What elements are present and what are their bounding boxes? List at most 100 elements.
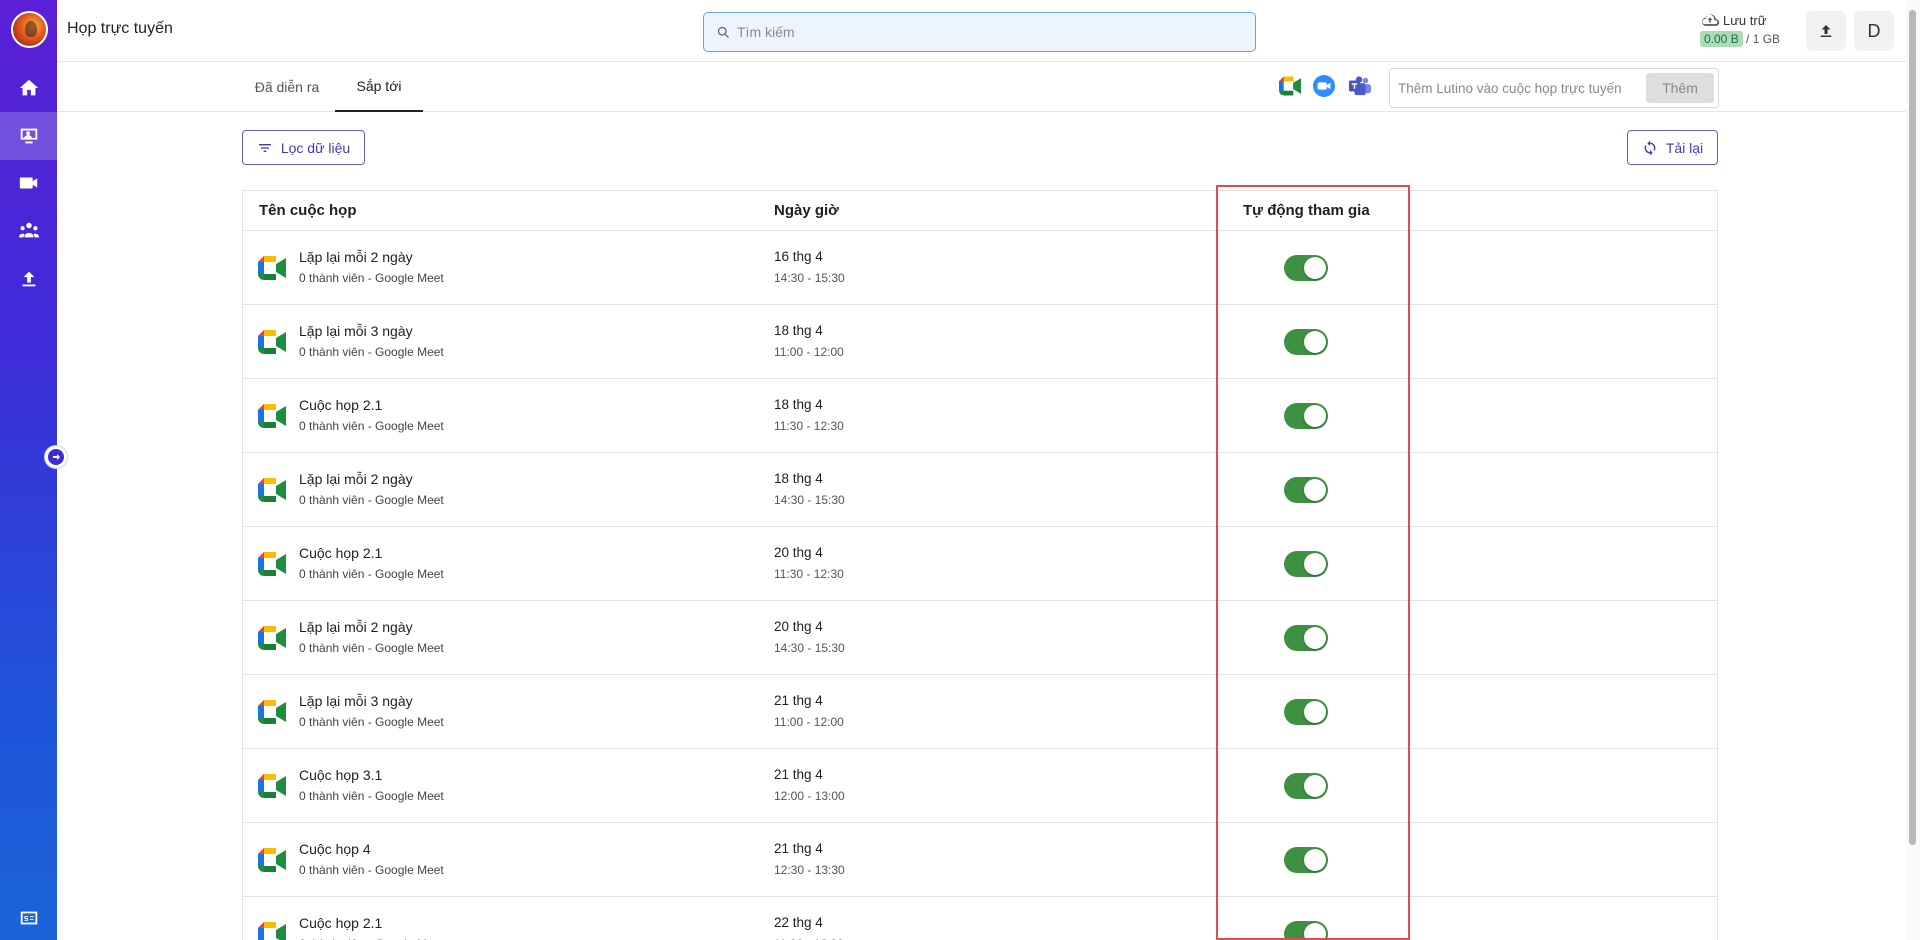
top-header: Họp trực tuyến Lưu trữ 0.00 B / 1 GB D bbox=[57, 0, 1920, 62]
meeting-date: 18 thg 4 bbox=[774, 471, 823, 486]
column-header-auto-join: Tự động tham gia bbox=[1243, 202, 1370, 219]
meeting-icon[interactable] bbox=[0, 112, 57, 160]
arrow-right-icon bbox=[48, 449, 64, 465]
meeting-name[interactable]: Lặp lại mỗi 2 ngày bbox=[299, 619, 413, 635]
google-meet-icon bbox=[258, 256, 286, 280]
meeting-date: 16 thg 4 bbox=[774, 249, 823, 264]
storage-label: Lưu trữ bbox=[1723, 12, 1767, 28]
table-row[interactable]: Lặp lại mỗi 2 ngày 0 thành viên - Google… bbox=[243, 453, 1717, 527]
google-meet-icon bbox=[258, 330, 286, 354]
add-lutino-button[interactable]: Thêm bbox=[1646, 73, 1714, 103]
auto-join-toggle[interactable] bbox=[1284, 551, 1328, 577]
meeting-name[interactable]: Cuộc họp 2.1 bbox=[299, 915, 382, 931]
people-icon[interactable] bbox=[0, 207, 57, 255]
meeting-date: 21 thg 4 bbox=[774, 841, 823, 856]
meeting-subtitle: 0 thành viên - Google Meet bbox=[299, 567, 444, 581]
auto-join-toggle[interactable] bbox=[1284, 255, 1328, 281]
tab-past[interactable]: Đã diễn ra bbox=[243, 62, 331, 112]
cloud-upload-icon bbox=[1702, 14, 1720, 26]
reload-button[interactable]: Tải lại bbox=[1627, 130, 1718, 165]
table-header: Tên cuộc họp Ngày giờ Tự động tham gia bbox=[243, 191, 1717, 231]
zoom-icon[interactable] bbox=[1313, 75, 1335, 97]
filter-icon bbox=[258, 143, 271, 152]
meeting-subtitle: 0 thành viên - Google Meet bbox=[299, 345, 444, 359]
table-row[interactable]: Cuộc họp 3.1 0 thành viên - Google Meet … bbox=[243, 749, 1717, 823]
column-header-datetime: Ngày giờ bbox=[774, 202, 839, 219]
google-meet-icon bbox=[258, 626, 286, 650]
page-title: Họp trực tuyến bbox=[67, 20, 173, 37]
upload-button[interactable] bbox=[1806, 11, 1846, 51]
storage-total: / 1 GB bbox=[1746, 32, 1781, 46]
meeting-subtitle: 0 thành viên - Google Meet bbox=[299, 493, 444, 507]
table-row[interactable]: Cuộc họp 2.1 0 thành viên - Google Meet … bbox=[243, 527, 1717, 601]
filter-label: Lọc dữ liệu bbox=[280, 139, 351, 156]
meeting-time: 14:30 - 15:30 bbox=[774, 493, 845, 507]
meeting-time: 11:00 - 12:00 bbox=[774, 715, 844, 729]
auto-join-toggle[interactable] bbox=[1284, 625, 1328, 651]
meeting-name[interactable]: Lặp lại mỗi 3 ngày bbox=[299, 323, 413, 339]
meeting-name[interactable]: Cuộc họp 3.1 bbox=[299, 767, 382, 783]
meeting-name[interactable]: Lặp lại mỗi 2 ngày bbox=[299, 471, 413, 487]
auto-join-toggle[interactable] bbox=[1284, 477, 1328, 503]
video-icon[interactable] bbox=[0, 159, 57, 207]
meeting-time: 11:30 - 12:30 bbox=[774, 567, 844, 581]
meeting-time: 14:30 - 15:30 bbox=[774, 641, 845, 655]
meeting-date: 18 thg 4 bbox=[774, 397, 823, 412]
column-header-name: Tên cuộc họp bbox=[259, 202, 357, 219]
table-row[interactable]: Lặp lại mỗi 2 ngày 0 thành viên - Google… bbox=[243, 601, 1717, 675]
meeting-time: 12:00 - 13:00 bbox=[774, 789, 845, 803]
meeting-name[interactable]: Lặp lại mỗi 2 ngày bbox=[299, 249, 413, 265]
sidebar-expand-button[interactable] bbox=[44, 445, 68, 469]
meeting-time: 14:30 - 15:30 bbox=[774, 271, 845, 285]
lutino-link-box: Thêm bbox=[1389, 68, 1719, 108]
meeting-subtitle: 0 thành viên - Google Meet bbox=[299, 271, 444, 285]
search-box[interactable] bbox=[703, 12, 1256, 52]
meeting-name[interactable]: Cuộc họp 2.1 bbox=[299, 545, 382, 561]
auto-join-toggle[interactable] bbox=[1284, 921, 1328, 940]
meeting-date: 20 thg 4 bbox=[774, 619, 823, 634]
badge-icon[interactable] bbox=[0, 894, 57, 940]
auto-join-toggle[interactable] bbox=[1284, 403, 1328, 429]
auto-join-toggle[interactable] bbox=[1284, 329, 1328, 355]
sidebar bbox=[0, 0, 57, 940]
app-logo[interactable] bbox=[11, 11, 48, 48]
meeting-name[interactable]: Cuộc họp 4 bbox=[299, 841, 371, 857]
google-meet-icon bbox=[258, 404, 286, 428]
tab-upcoming[interactable]: Sắp tới bbox=[335, 62, 423, 112]
meeting-subtitle: 0 thành viên - Google Meet bbox=[299, 863, 444, 877]
meeting-time: 12:30 - 13:30 bbox=[774, 863, 845, 877]
meeting-subtitle: 0 thành viên - Google Meet bbox=[299, 789, 444, 803]
table-row[interactable]: Lặp lại mỗi 3 ngày 0 thành viên - Google… bbox=[243, 305, 1717, 379]
meeting-subtitle: 0 thành viên - Google Meet bbox=[299, 715, 444, 729]
reload-label: Tải lại bbox=[1665, 139, 1704, 156]
auto-join-toggle[interactable] bbox=[1284, 699, 1328, 725]
table-row[interactable]: Cuộc họp 4 0 thành viên - Google Meet 21… bbox=[243, 823, 1717, 897]
meeting-date: 22 thg 4 bbox=[774, 915, 823, 930]
tabs-bar: Đã diễn ra Sắp tới Thêm bbox=[57, 62, 1920, 112]
home-icon[interactable] bbox=[0, 64, 57, 112]
filter-button[interactable]: Lọc dữ liệu bbox=[242, 130, 365, 165]
google-meet-icon bbox=[258, 700, 286, 724]
upload-icon[interactable] bbox=[0, 255, 57, 303]
refresh-icon bbox=[1644, 140, 1656, 155]
auto-join-toggle[interactable] bbox=[1284, 847, 1328, 873]
table-body: Lặp lại mỗi 2 ngày 0 thành viên - Google… bbox=[243, 231, 1717, 940]
table-row[interactable]: Lặp lại mỗi 2 ngày 0 thành viên - Google… bbox=[243, 231, 1717, 305]
user-avatar-button[interactable]: D bbox=[1854, 11, 1894, 51]
table-row[interactable]: Cuộc họp 2.1 0 thành viên - Google Meet … bbox=[243, 379, 1717, 453]
meeting-name[interactable]: Lặp lại mỗi 3 ngày bbox=[299, 693, 413, 709]
table-row[interactable]: Cuộc họp 2.1 0 thành viên - Google Meet … bbox=[243, 897, 1717, 940]
search-input[interactable] bbox=[737, 24, 1217, 40]
google-meet-icon[interactable] bbox=[1279, 75, 1301, 97]
vertical-scrollbar[interactable] bbox=[1906, 0, 1920, 940]
scrollbar-thumb[interactable] bbox=[1909, 10, 1916, 845]
table-row[interactable]: Lặp lại mỗi 3 ngày 0 thành viên - Google… bbox=[243, 675, 1717, 749]
meetings-table: Tên cuộc họp Ngày giờ Tự động tham gia L… bbox=[242, 190, 1718, 940]
meeting-time: 11:30 - 12:30 bbox=[774, 419, 844, 433]
google-meet-icon bbox=[258, 774, 286, 798]
meeting-name[interactable]: Cuộc họp 2.1 bbox=[299, 397, 382, 413]
auto-join-toggle[interactable] bbox=[1284, 773, 1328, 799]
meeting-link-input[interactable] bbox=[1398, 80, 1638, 96]
teams-icon[interactable] bbox=[1349, 75, 1371, 97]
app-root: Họp trực tuyến Lưu trữ 0.00 B / 1 GB D Đ… bbox=[0, 0, 1920, 940]
